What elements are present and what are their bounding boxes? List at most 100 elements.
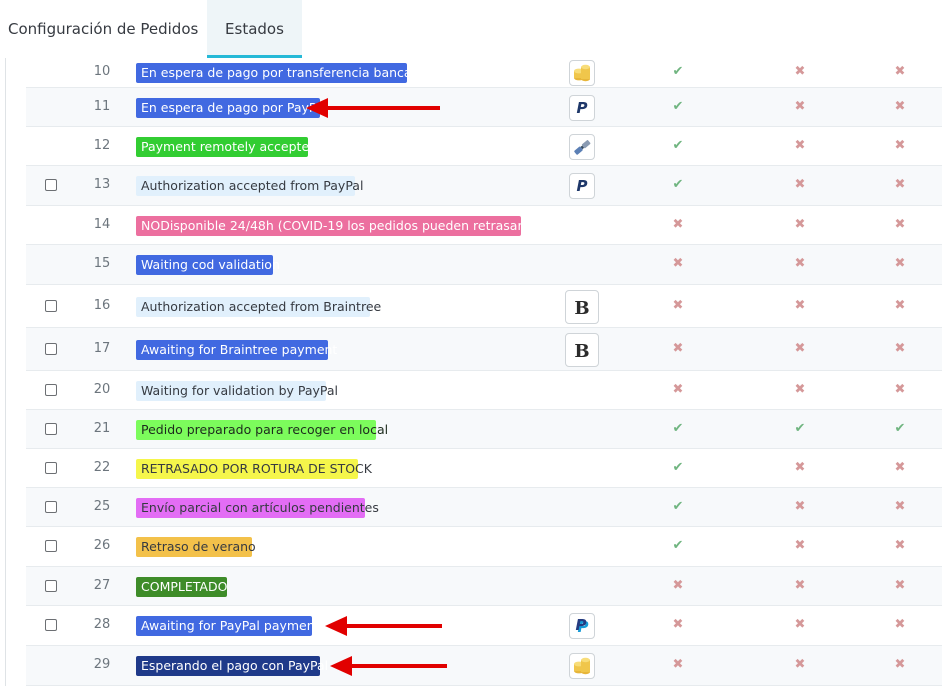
table-row[interactable]: 17 Awaiting for Braintree payment B ✖ ✖ ✖ bbox=[26, 328, 942, 371]
table-row[interactable]: 12 Payment remotely accepted ✔ ✖ ✖ bbox=[26, 127, 942, 166]
row-select-checkbox[interactable] bbox=[45, 179, 57, 191]
send-email-cross-icon[interactable]: ✖ bbox=[670, 617, 686, 632]
state-name-badge[interactable]: NODisponible 24/48h (COVID-19 los pedido… bbox=[136, 215, 546, 236]
state-name-badge[interactable]: En espera de pago por transferencia banc… bbox=[136, 63, 428, 83]
send-email-check-icon[interactable]: ✔ bbox=[670, 460, 686, 475]
delivery-slip-cross-icon[interactable]: ✖ bbox=[892, 99, 908, 114]
send-email-cross-icon[interactable]: ✖ bbox=[670, 657, 686, 672]
send-email-cross-icon[interactable]: ✖ bbox=[670, 256, 686, 271]
table-row[interactable]: 22 RETRASADO POR ROTURA DE STOCK ✔ ✖ ✖ bbox=[26, 449, 942, 488]
delivery-slip-cross-icon[interactable]: ✖ bbox=[892, 499, 908, 514]
table-row[interactable]: 29 Esperando el pago con PayPal ✖ ✖ ✖ bbox=[26, 646, 942, 686]
invoice-cross-icon[interactable]: ✖ bbox=[792, 138, 808, 153]
send-email-cross-icon[interactable]: ✖ bbox=[670, 298, 686, 313]
invoice-cross-icon[interactable]: ✖ bbox=[792, 617, 808, 632]
send-email-cross-icon[interactable]: ✖ bbox=[670, 578, 686, 593]
table-row[interactable]: 26 Retraso de verano ✔ ✖ ✖ bbox=[26, 527, 942, 567]
table-row[interactable]: 25 Envío parcial con artículos pendientes… bbox=[26, 488, 942, 527]
delivery-slip-cross-icon[interactable]: ✖ bbox=[892, 341, 908, 356]
row-select-checkbox[interactable] bbox=[45, 579, 57, 592]
state-name-badge[interactable]: Awaiting for PayPal payment bbox=[136, 616, 320, 636]
delivery-slip-cross-icon[interactable]: ✖ bbox=[892, 64, 908, 79]
delivery-slip-cross-icon[interactable]: ✖ bbox=[892, 217, 908, 232]
table-row[interactable]: 15 Waiting cod validation ✖ ✖ ✖ bbox=[26, 245, 942, 285]
invoice-cross-icon[interactable]: ✖ bbox=[792, 578, 808, 593]
send-email-check-icon[interactable]: ✔ bbox=[670, 138, 686, 153]
svg-text:B: B bbox=[574, 298, 589, 319]
invoice-cross-icon[interactable]: ✖ bbox=[792, 217, 808, 232]
send-email-check-icon[interactable]: ✔ bbox=[670, 177, 686, 192]
delivery-slip-cross-icon[interactable]: ✖ bbox=[892, 256, 908, 271]
table-row[interactable]: 28 Awaiting for PayPal payment P P ✖ ✖ ✖ bbox=[26, 606, 942, 646]
send-email-cross-icon[interactable]: ✖ bbox=[670, 217, 686, 232]
state-name-badge[interactable]: Payment remotely accepted bbox=[136, 136, 317, 157]
invoice-cross-icon[interactable]: ✖ bbox=[792, 256, 808, 271]
state-name-badge[interactable]: Waiting cod validation bbox=[136, 255, 280, 275]
annotation-arrow bbox=[330, 656, 447, 676]
table-row[interactable]: 16 Authorization accepted from Braintree B… bbox=[26, 285, 942, 328]
state-name-badge[interactable]: COMPLETADO bbox=[136, 576, 227, 597]
row-select-checkbox[interactable] bbox=[45, 461, 57, 474]
state-name-badge[interactable]: Awaiting for Braintree payment bbox=[136, 339, 337, 360]
invoice-cross-icon[interactable]: ✖ bbox=[792, 657, 808, 672]
delivery-slip-cross-icon[interactable]: ✖ bbox=[892, 138, 908, 153]
send-email-cross-icon[interactable]: ✖ bbox=[670, 341, 686, 356]
delivery-slip-cross-icon[interactable]: ✖ bbox=[892, 617, 908, 632]
table-row[interactable]: 21 Pedido preparado para recoger en local… bbox=[26, 410, 942, 449]
state-name-badge[interactable]: En espera de pago por PayPal bbox=[136, 97, 327, 118]
state-id: 27 bbox=[93, 577, 111, 593]
invoice-cross-icon[interactable]: ✖ bbox=[792, 177, 808, 192]
state-name-badge[interactable]: Authorization accepted from Braintree bbox=[136, 296, 381, 317]
send-email-check-icon[interactable]: ✔ bbox=[670, 421, 686, 436]
row-select-checkbox[interactable] bbox=[45, 500, 57, 513]
delivery-slip-cross-icon[interactable]: ✖ bbox=[892, 538, 908, 553]
invoice-check-icon[interactable]: ✔ bbox=[792, 421, 808, 436]
send-email-cross-icon[interactable]: ✖ bbox=[670, 382, 686, 397]
delivery-slip-check-icon[interactable]: ✔ bbox=[892, 421, 908, 436]
state-name-badge[interactable]: Retraso de verano bbox=[136, 537, 256, 557]
invoice-cross-icon[interactable]: ✖ bbox=[792, 341, 808, 356]
invoice-cross-icon[interactable]: ✖ bbox=[792, 538, 808, 553]
delivery-slip-cross-icon[interactable]: ✖ bbox=[892, 382, 908, 397]
row-select-checkbox[interactable] bbox=[45, 422, 57, 435]
table-row[interactable]: 13 Authorization accepted from PayPal P ✔ ✖ ✖ bbox=[26, 166, 942, 206]
send-email-check-icon[interactable]: ✔ bbox=[670, 538, 686, 553]
send-email-check-icon[interactable]: ✔ bbox=[670, 99, 686, 114]
table-row[interactable]: 11 En espera de pago por PayPal P ✔ ✖ ✖ bbox=[26, 88, 942, 127]
paypal-p-icon: P bbox=[569, 173, 595, 199]
table-row[interactable]: 10 En espera de pago por transferencia ba… bbox=[26, 58, 942, 88]
invoice-cross-icon[interactable]: ✖ bbox=[792, 298, 808, 313]
tab-order-states[interactable]: Estados bbox=[207, 0, 302, 58]
remote-payment-plug-icon bbox=[569, 134, 595, 160]
state-name-badge[interactable]: Envío parcial con artículos pendientes bbox=[136, 497, 379, 518]
delivery-slip-cross-icon[interactable]: ✖ bbox=[892, 177, 908, 192]
tab-order-settings[interactable]: Configuración de Pedidos bbox=[8, 0, 198, 58]
state-name-badge[interactable]: Waiting for validation by PayPal bbox=[136, 380, 338, 401]
row-select-checkbox[interactable] bbox=[45, 540, 57, 552]
invoice-cross-icon[interactable]: ✖ bbox=[792, 382, 808, 397]
state-name-badge[interactable]: RETRASADO POR ROTURA DE STOCK bbox=[136, 458, 372, 479]
state-name-badge[interactable]: Pedido preparado para recoger en local bbox=[136, 419, 388, 440]
arrow-head bbox=[330, 656, 352, 676]
state-name-badge[interactable]: Esperando el pago con PayPal bbox=[136, 656, 328, 676]
state-name-badge[interactable]: Authorization accepted from PayPal bbox=[136, 176, 363, 196]
invoice-cross-icon[interactable]: ✖ bbox=[792, 64, 808, 79]
invoice-cross-icon[interactable]: ✖ bbox=[792, 499, 808, 514]
annotation-arrow bbox=[306, 97, 440, 118]
delivery-slip-cross-icon[interactable]: ✖ bbox=[892, 578, 908, 593]
table-row[interactable]: 14 NODisponible 24/48h (COVID-19 los pedi… bbox=[26, 206, 942, 245]
row-select-checkbox[interactable] bbox=[45, 619, 57, 631]
delivery-slip-cross-icon[interactable]: ✖ bbox=[892, 460, 908, 475]
send-email-check-icon[interactable]: ✔ bbox=[670, 499, 686, 514]
row-select-checkbox[interactable] bbox=[45, 299, 57, 312]
invoice-cross-icon[interactable]: ✖ bbox=[792, 460, 808, 475]
bank-wire-coins-icon bbox=[569, 653, 595, 679]
send-email-check-icon[interactable]: ✔ bbox=[670, 64, 686, 79]
table-row[interactable]: 20 Waiting for validation by PayPal ✖ ✖ ✖ bbox=[26, 371, 942, 410]
row-select-checkbox[interactable] bbox=[45, 342, 57, 355]
delivery-slip-cross-icon[interactable]: ✖ bbox=[892, 657, 908, 672]
row-select-checkbox[interactable] bbox=[45, 383, 57, 396]
invoice-cross-icon[interactable]: ✖ bbox=[792, 99, 808, 114]
delivery-slip-cross-icon[interactable]: ✖ bbox=[892, 298, 908, 313]
table-row[interactable]: 27 COMPLETADO ✖ ✖ ✖ bbox=[26, 567, 942, 606]
